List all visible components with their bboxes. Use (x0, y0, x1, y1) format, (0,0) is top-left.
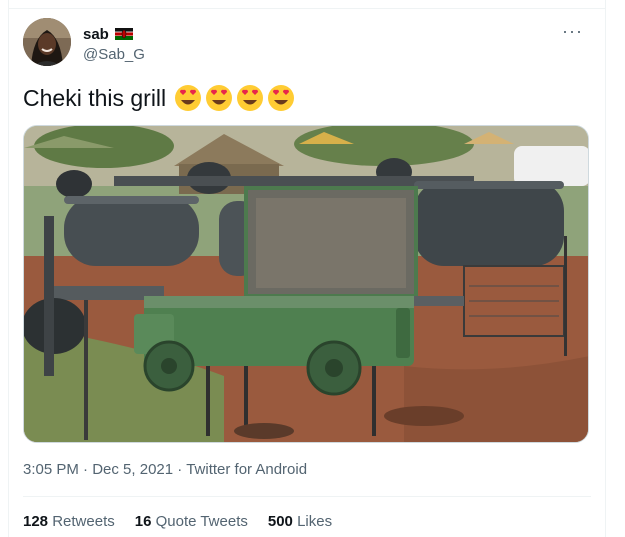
tweet-text-row: Cheki this grill (23, 84, 295, 112)
emoji-group (174, 84, 295, 112)
retweets-count: 128 (23, 513, 49, 530)
tweet-text: Cheki this grill (23, 84, 167, 111)
meta-separator: · (177, 461, 183, 478)
avatar[interactable] (23, 18, 71, 66)
quotes-count: 16 (134, 513, 152, 530)
tweet-stats: 128 Retweets 16 Quote Tweets 500 Likes (23, 513, 332, 530)
top-divider (9, 8, 605, 9)
likes-label: Likes (297, 513, 333, 530)
more-options-button[interactable]: ··· (562, 22, 583, 40)
grill-photo-image (24, 126, 588, 442)
likes-stat[interactable]: 500 Likes (268, 513, 332, 530)
display-name[interactable]: sab (83, 26, 109, 43)
kenya-flag-icon (114, 28, 133, 40)
heart-eyes-emoji-icon (237, 85, 264, 111)
tweet-photo[interactable] (23, 125, 589, 443)
avatar-image (23, 18, 71, 66)
retweets-stat[interactable]: 128 Retweets (23, 513, 115, 530)
tweet-date[interactable]: Dec 5, 2021 (92, 461, 173, 478)
heart-eyes-emoji-icon (268, 85, 295, 111)
tweet-card: sab @Sab_G ··· Cheki this grill 3:05 PM … (8, 0, 606, 537)
tweet-header: sab @Sab_G ··· (23, 18, 593, 70)
quotes-label: Quote Tweets (155, 513, 248, 530)
user-names: sab @Sab_G (83, 24, 145, 64)
user-handle[interactable]: @Sab_G (83, 46, 145, 63)
tweet-source[interactable]: Twitter for Android (186, 461, 307, 478)
meta-separator: · (83, 461, 89, 478)
tweet-meta: 3:05 PM · Dec 5, 2021 · Twitter for Andr… (23, 461, 307, 478)
quote-tweets-stat[interactable]: 16 Quote Tweets (135, 513, 248, 530)
heart-eyes-emoji-icon (206, 85, 233, 111)
retweets-label: Retweets (52, 513, 115, 530)
stats-divider (23, 496, 591, 497)
likes-count: 500 (267, 513, 293, 530)
heart-eyes-emoji-icon (175, 85, 202, 111)
tweet-time[interactable]: 3:05 PM (23, 461, 79, 478)
